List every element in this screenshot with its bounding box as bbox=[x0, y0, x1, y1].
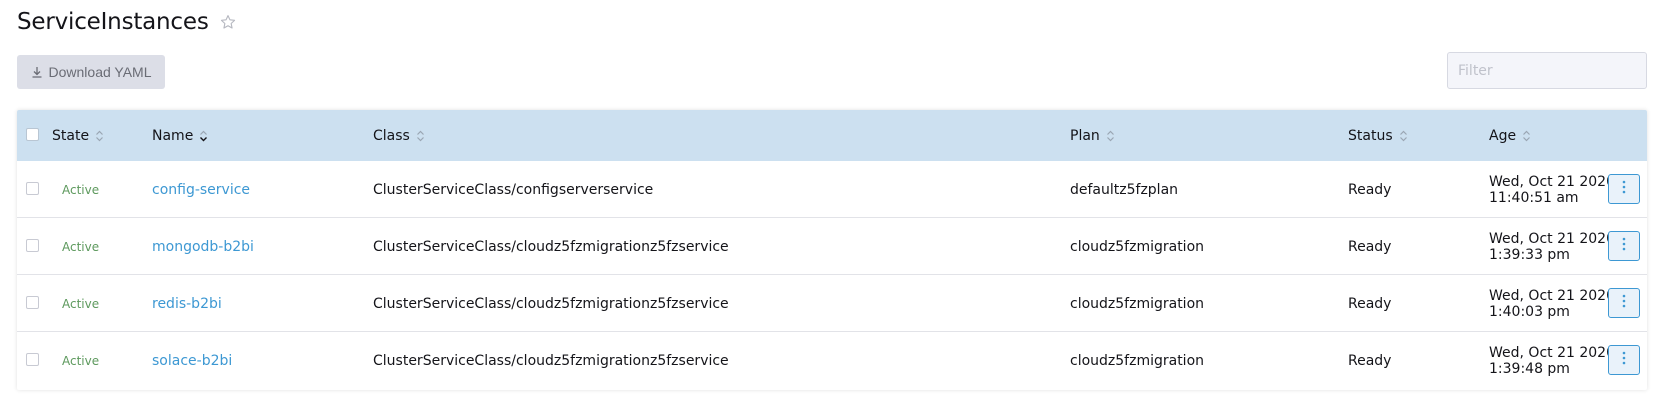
column-header-plan[interactable]: Plan bbox=[1070, 110, 1115, 161]
age-cell: Wed, Oct 21 2020 11:40:51 am bbox=[1489, 161, 1615, 218]
sort-icon bbox=[1106, 129, 1115, 143]
age-cell: Wed, Oct 21 2020 1:39:48 pm bbox=[1489, 332, 1615, 389]
age-time: 11:40:51 am bbox=[1489, 189, 1579, 206]
age-cell: Wed, Oct 21 2020 1:40:03 pm bbox=[1489, 275, 1615, 332]
column-header-status[interactable]: Status bbox=[1348, 110, 1408, 161]
vertical-ellipsis-icon bbox=[1622, 180, 1626, 198]
state-badge: Active bbox=[62, 296, 100, 311]
row-checkbox[interactable] bbox=[26, 239, 39, 252]
download-yaml-label: Download YAML bbox=[48, 64, 152, 80]
status-cell: Ready bbox=[1348, 238, 1392, 255]
vertical-ellipsis-icon bbox=[1622, 294, 1626, 312]
status-cell: Ready bbox=[1348, 295, 1392, 312]
class-cell: ClusterServiceClass/cloudz5fzmigrationz5… bbox=[373, 238, 729, 255]
instance-name-link[interactable]: mongodb-b2bi bbox=[152, 239, 254, 255]
age-date: Wed, Oct 21 2020 bbox=[1489, 173, 1615, 190]
download-yaml-button[interactable]: Download YAML bbox=[17, 55, 165, 89]
star-icon[interactable] bbox=[219, 13, 237, 31]
table-header: State Name Class Plan Status Age bbox=[17, 110, 1647, 161]
age-time: 1:40:03 pm bbox=[1489, 303, 1570, 320]
column-header-name[interactable]: Name bbox=[152, 110, 208, 161]
state-badge: Active bbox=[62, 353, 100, 368]
row-checkbox[interactable] bbox=[26, 296, 39, 309]
age-time: 1:39:33 pm bbox=[1489, 246, 1570, 263]
sort-icon bbox=[416, 129, 425, 143]
filter-input[interactable] bbox=[1447, 52, 1647, 89]
row-checkbox[interactable] bbox=[26, 353, 39, 366]
status-cell: Ready bbox=[1348, 352, 1392, 369]
table-row: Active config-service ClusterServiceClas… bbox=[17, 161, 1647, 218]
service-instances-table: State Name Class Plan Status Age Active … bbox=[17, 110, 1647, 390]
plan-cell: cloudz5fzmigration bbox=[1070, 295, 1205, 312]
sort-icon bbox=[199, 129, 208, 143]
page-title: ServiceInstances bbox=[17, 9, 209, 35]
age-date: Wed, Oct 21 2020 bbox=[1489, 287, 1615, 304]
age-date: Wed, Oct 21 2020 bbox=[1489, 344, 1615, 361]
class-cell: ClusterServiceClass/configserverservice bbox=[373, 181, 654, 198]
plan-cell: cloudz5fzmigration bbox=[1070, 238, 1205, 255]
page-header: ServiceInstances bbox=[17, 4, 237, 40]
instance-name-link[interactable]: solace-b2bi bbox=[152, 353, 232, 369]
row-actions-button[interactable] bbox=[1608, 288, 1640, 318]
age-time: 1:39:48 pm bbox=[1489, 360, 1570, 377]
plan-cell: cloudz5fzmigration bbox=[1070, 352, 1205, 369]
table-row: Active redis-b2bi ClusterServiceClass/cl… bbox=[17, 275, 1647, 332]
vertical-ellipsis-icon bbox=[1622, 351, 1626, 369]
state-badge: Active bbox=[62, 182, 100, 197]
sort-icon bbox=[1399, 129, 1408, 143]
sort-icon bbox=[95, 129, 104, 143]
vertical-ellipsis-icon bbox=[1622, 237, 1626, 255]
class-cell: ClusterServiceClass/cloudz5fzmigrationz5… bbox=[373, 295, 729, 312]
state-badge: Active bbox=[62, 239, 100, 254]
table-row: Active mongodb-b2bi ClusterServiceClass/… bbox=[17, 218, 1647, 275]
select-all-checkbox[interactable] bbox=[26, 128, 39, 141]
age-date: Wed, Oct 21 2020 bbox=[1489, 230, 1615, 247]
status-cell: Ready bbox=[1348, 181, 1392, 198]
sort-icon bbox=[1522, 129, 1531, 143]
age-cell: Wed, Oct 21 2020 1:39:33 pm bbox=[1489, 218, 1615, 275]
instance-name-link[interactable]: redis-b2bi bbox=[152, 296, 222, 312]
plan-cell: defaultz5fzplan bbox=[1070, 181, 1179, 198]
download-icon bbox=[31, 66, 43, 78]
class-cell: ClusterServiceClass/cloudz5fzmigrationz5… bbox=[373, 352, 729, 369]
instance-name-link[interactable]: config-service bbox=[152, 182, 250, 198]
table-row: Active solace-b2bi ClusterServiceClass/c… bbox=[17, 332, 1647, 389]
column-header-age[interactable]: Age bbox=[1489, 110, 1531, 161]
row-checkbox[interactable] bbox=[26, 182, 39, 195]
row-actions-button[interactable] bbox=[1608, 174, 1640, 204]
row-actions-button[interactable] bbox=[1608, 231, 1640, 261]
column-header-class[interactable]: Class bbox=[373, 110, 425, 161]
row-actions-button[interactable] bbox=[1608, 345, 1640, 375]
column-header-state[interactable]: State bbox=[52, 110, 104, 161]
